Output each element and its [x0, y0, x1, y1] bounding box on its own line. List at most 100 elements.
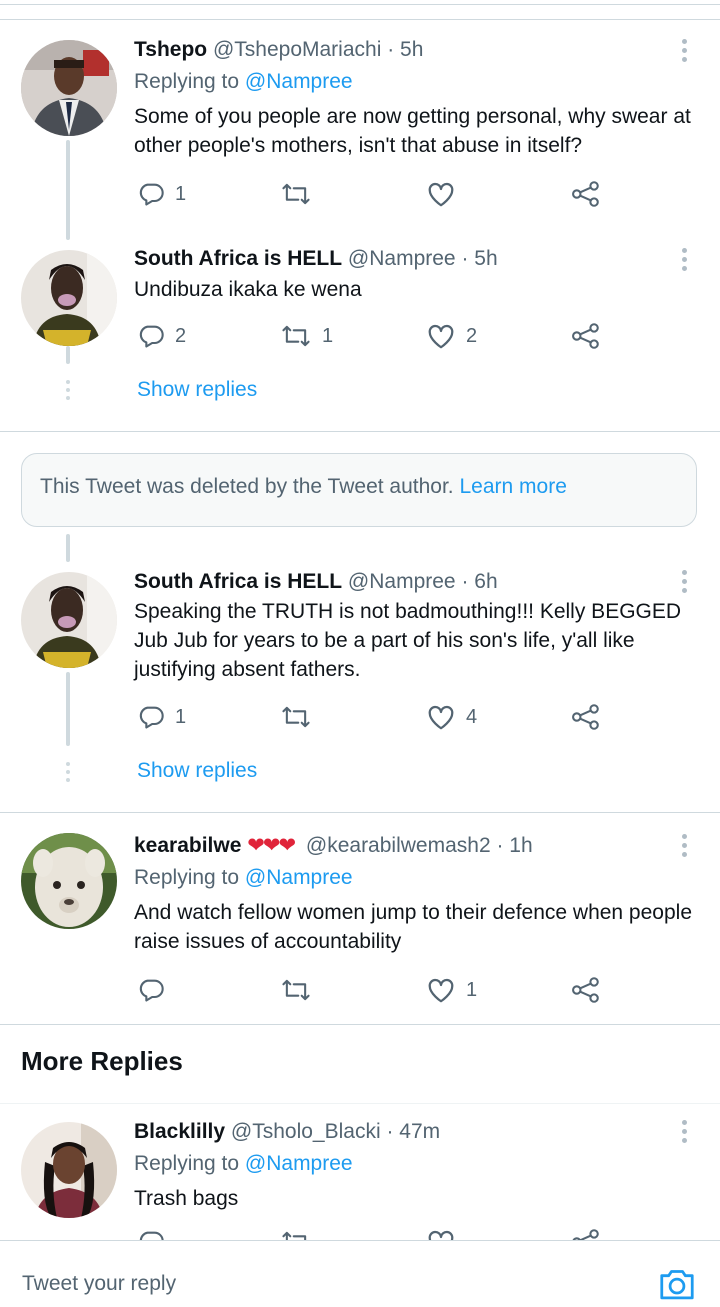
reply-count: 1 — [175, 182, 187, 205]
heart-icon — [428, 978, 454, 1003]
share-button[interactable] — [571, 180, 601, 208]
tweet-text: Some of you people are now getting perso… — [134, 105, 691, 157]
mention-link[interactable]: @Nampree — [245, 866, 353, 889]
thread-line — [66, 140, 70, 240]
heart-icon — [428, 705, 454, 730]
reply-button[interactable]: 1 — [137, 703, 186, 731]
timestamp[interactable]: · 47m — [386, 1120, 440, 1143]
more-icon[interactable] — [682, 1120, 688, 1147]
avatar[interactable] — [21, 833, 117, 929]
tweet-header: kearabilwe ❤❤❤ @kearabilwemash2 · 1h — [134, 833, 533, 859]
thread-dots — [66, 762, 70, 782]
like-count: 4 — [466, 705, 478, 728]
reply-count: 2 — [175, 324, 187, 347]
divider — [0, 1024, 720, 1025]
reply-icon — [139, 706, 164, 729]
more-icon[interactable] — [682, 570, 688, 597]
avatar[interactable] — [21, 572, 117, 668]
show-replies-link[interactable]: Show replies — [137, 759, 257, 783]
camera-icon[interactable] — [657, 1266, 697, 1307]
share-button[interactable] — [571, 703, 601, 731]
reply-button[interactable]: 1 — [137, 180, 186, 208]
retweet-button[interactable]: 1 — [280, 322, 333, 350]
tweet-header: Tshepo @TshepoMariachi · 5h — [134, 37, 423, 63]
share-button[interactable] — [571, 976, 601, 1004]
more-icon[interactable] — [682, 248, 688, 275]
replying-to: Replying to @Nampree — [134, 1152, 353, 1175]
retweet-button[interactable] — [280, 180, 322, 208]
tweet-header: Blacklilly @Tsholo_Blacki · 47m — [134, 1119, 440, 1145]
divider — [0, 812, 720, 813]
timestamp[interactable]: · 1h — [496, 834, 532, 857]
show-replies-link[interactable]: Show replies — [137, 378, 257, 402]
replying-to: Replying to @Nampree — [134, 866, 353, 889]
heart-emoji-icon: ❤❤❤ — [247, 834, 296, 857]
replying-to: Replying to @Nampree — [134, 70, 353, 93]
handle[interactable]: @kearabilwemash2 — [306, 834, 491, 857]
avatar[interactable] — [21, 40, 117, 136]
reply-icon — [139, 979, 164, 1002]
display-name[interactable]: kearabilwe — [134, 834, 241, 857]
timestamp[interactable]: · 6h — [461, 570, 497, 593]
thread-dots — [66, 380, 70, 400]
reply-icon — [139, 325, 164, 348]
retweet-icon — [282, 183, 310, 205]
deleted-text: This Tweet was deleted by the Tweet auth… — [40, 475, 460, 498]
mention-link[interactable]: @Nampree — [245, 1152, 353, 1175]
avatar[interactable] — [21, 250, 117, 346]
tweet-header: South Africa is HELL @Nampree · 6h — [134, 569, 498, 595]
tweet-text: Trash bags — [134, 1187, 239, 1210]
share-icon — [572, 181, 599, 207]
more-icon[interactable] — [682, 39, 688, 66]
section-title: More Replies — [21, 1046, 183, 1076]
reply-button[interactable]: 2 — [137, 322, 186, 350]
share-icon — [572, 323, 599, 349]
like-count: 2 — [466, 324, 478, 347]
timestamp[interactable]: · 5h — [387, 38, 423, 61]
tweet-text: Speaking the TRUTH is not badmouthing!!!… — [134, 600, 682, 681]
reply-count: 1 — [175, 705, 187, 728]
share-button[interactable] — [571, 322, 601, 350]
display-name[interactable]: Blacklilly — [134, 1120, 225, 1143]
share-icon — [572, 704, 599, 730]
reply-button[interactable] — [137, 976, 175, 1004]
divider — [0, 4, 720, 5]
more-icon[interactable] — [682, 834, 688, 861]
retweet-button[interactable] — [280, 976, 322, 1004]
display-name[interactable]: South Africa is HELL — [134, 247, 342, 270]
handle[interactable]: @Nampree — [348, 247, 456, 270]
deleted-tweet-notice: This Tweet was deleted by the Tweet auth… — [21, 453, 697, 527]
thread-line — [66, 534, 70, 562]
retweet-icon — [282, 706, 310, 728]
retweet-icon — [282, 979, 310, 1001]
like-count: 1 — [466, 978, 478, 1001]
avatar[interactable] — [21, 1122, 117, 1218]
handle[interactable]: @TshepoMariachi — [213, 38, 381, 61]
like-button[interactable] — [426, 180, 466, 208]
timestamp[interactable]: · 5h — [461, 247, 497, 270]
heart-icon — [428, 182, 454, 207]
handle[interactable]: @Tsholo_Blacki — [231, 1120, 381, 1143]
tweet-text: Undibuza ikaka ke wena — [134, 278, 362, 301]
tweet-text: And watch fellow women jump to their def… — [134, 901, 692, 953]
like-button[interactable]: 2 — [426, 322, 477, 350]
like-button[interactable]: 4 — [426, 703, 477, 731]
tweet-header: South Africa is HELL @Nampree · 5h — [134, 246, 498, 272]
display-name[interactable]: South Africa is HELL — [134, 570, 342, 593]
like-button[interactable]: 1 — [426, 976, 477, 1004]
handle[interactable]: @Nampree — [348, 570, 456, 593]
retweet-icon — [282, 325, 310, 347]
thread-line — [66, 672, 70, 746]
learn-more-link[interactable]: Learn more — [459, 475, 566, 498]
reply-icon — [139, 183, 164, 206]
retweet-count: 1 — [322, 324, 334, 347]
heart-icon — [428, 324, 454, 349]
thread-line — [66, 346, 70, 364]
retweet-button[interactable] — [280, 703, 322, 731]
mention-link[interactable]: @Nampree — [245, 70, 353, 93]
display-name[interactable]: Tshepo — [134, 38, 207, 61]
divider — [0, 431, 720, 432]
reply-input[interactable]: Tweet your reply — [22, 1272, 176, 1296]
share-icon — [572, 977, 599, 1003]
divider — [0, 1103, 720, 1104]
